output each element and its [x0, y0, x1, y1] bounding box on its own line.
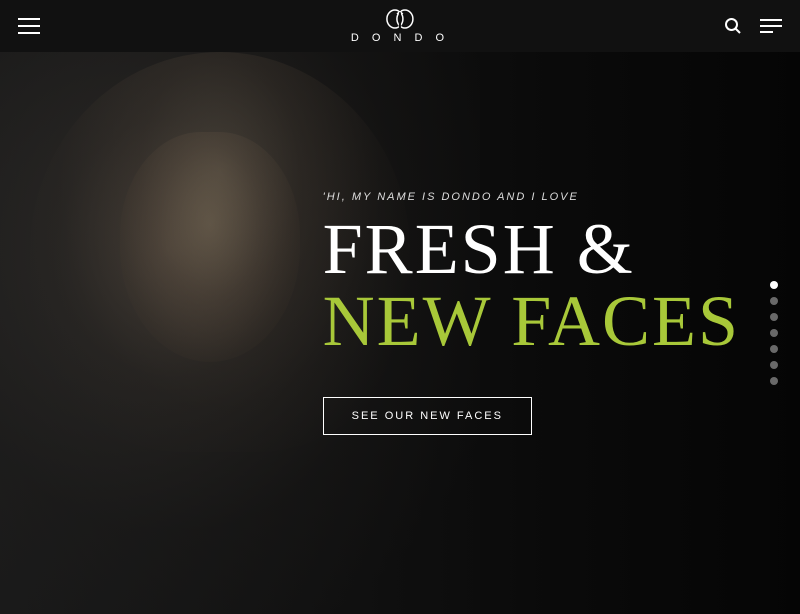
menu-button[interactable] [760, 19, 782, 33]
dot-nav-item-1[interactable] [770, 281, 778, 289]
hero-title-line1: FRESH & [323, 213, 740, 285]
hero-subtitle: 'HI, MY NAME IS DONDO AND I LOVE [323, 191, 740, 203]
logo-icon [385, 8, 415, 30]
dot-nav-item-4[interactable] [770, 329, 778, 337]
dot-nav-item-3[interactable] [770, 313, 778, 321]
dot-navigation [770, 281, 778, 385]
header: D O N D O [0, 0, 800, 52]
logo[interactable]: D O N D O [351, 8, 449, 44]
hero-cta: SEE OUR NEW FACES [323, 397, 740, 435]
hero-content: 'HI, MY NAME IS DONDO AND I LOVE FRESH &… [323, 191, 740, 435]
dot-nav-item-7[interactable] [770, 377, 778, 385]
header-actions [724, 17, 782, 35]
hamburger-left-icon[interactable] [18, 18, 40, 34]
logo-text: D O N D O [351, 32, 449, 44]
search-icon [724, 17, 742, 35]
hero-title-line2: NEW FACES [323, 285, 740, 357]
hero-title: FRESH & NEW FACES [323, 213, 740, 357]
nav-toggle-left[interactable] [18, 18, 40, 34]
search-button[interactable] [724, 17, 742, 35]
dot-nav-item-6[interactable] [770, 361, 778, 369]
dot-nav-item-2[interactable] [770, 297, 778, 305]
cta-button[interactable]: SEE OUR NEW FACES [323, 397, 532, 435]
dot-nav-item-5[interactable] [770, 345, 778, 353]
hero-section: 'HI, MY NAME IS DONDO AND I LOVE FRESH &… [0, 52, 800, 614]
